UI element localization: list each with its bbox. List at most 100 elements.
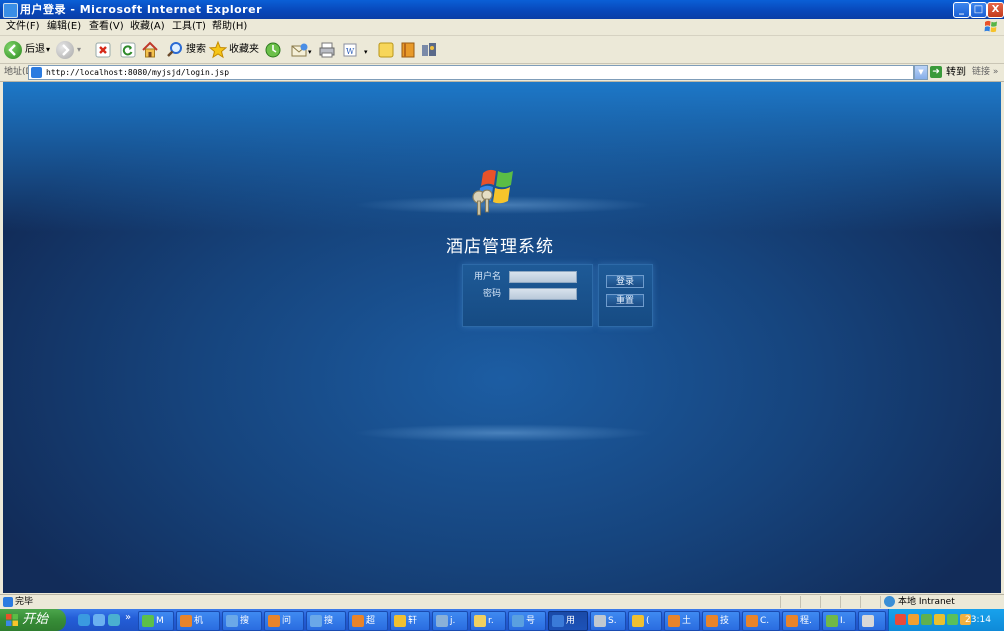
login-button[interactable]: 登录 <box>606 275 644 288</box>
taskbar-item[interactable]: 超 <box>348 611 388 631</box>
username-label: 用户名 <box>473 272 501 282</box>
address-input[interactable]: http://localhost:8080/myjsjd/login.jsp <box>28 65 914 80</box>
research-button[interactable] <box>399 40 417 60</box>
start-label: 开始 <box>22 612 49 627</box>
taskbar-item[interactable]: 轩 <box>390 611 430 631</box>
forward-dropdown-icon[interactable]: ▾ <box>77 45 81 54</box>
menu-edit[interactable]: 编辑(E) <box>47 20 81 34</box>
svg-text:▾: ▾ <box>308 48 312 56</box>
taskbar-item[interactable]: ( <box>628 611 662 631</box>
reset-button[interactable]: 重置 <box>606 294 644 307</box>
back-arrow-icon <box>4 41 22 59</box>
page-icon <box>31 67 42 78</box>
search-icon <box>167 42 182 57</box>
app-icon <box>594 615 606 627</box>
password-label: 密码 <box>482 289 501 299</box>
taskbar-item[interactable]: 搜 <box>222 611 262 631</box>
taskbar-item-label: r. <box>488 616 494 626</box>
status-divider <box>820 596 821 608</box>
taskbar-item[interactable]: 程. <box>782 611 820 631</box>
go-button[interactable]: 转到 <box>946 66 966 79</box>
home-button[interactable] <box>141 40 159 60</box>
security-zone: 本地 Intranet <box>898 597 955 607</box>
status-divider <box>780 596 781 608</box>
favorites-label: 收藏夹 <box>229 44 259 55</box>
status-text: 完毕 <box>15 597 34 607</box>
menu-help[interactable]: 帮助(H) <box>212 20 247 34</box>
quicklaunch-media-icon[interactable] <box>108 614 120 626</box>
taskbar-item[interactable]: j. <box>432 611 468 631</box>
taskbar-item[interactable]: M <box>138 611 174 631</box>
messenger-button[interactable] <box>420 40 438 60</box>
go-arrow-icon[interactable]: ➜ <box>930 66 942 78</box>
close-button[interactable]: X <box>987 2 1004 18</box>
status-divider <box>800 596 801 608</box>
tray-volume-icon[interactable] <box>934 614 945 625</box>
app-icon <box>436 615 448 627</box>
tray-app-icon[interactable] <box>908 614 919 625</box>
taskbar-item[interactable]: r. <box>470 611 506 631</box>
links-button[interactable]: 链接 » <box>972 66 998 79</box>
messenger-icon <box>422 43 436 56</box>
app-icon <box>746 615 758 627</box>
taskbar-item[interactable]: S. <box>590 611 626 631</box>
menu-file[interactable]: 文件(F) <box>6 20 40 34</box>
taskbar-item[interactable]: 搜 <box>306 611 346 631</box>
ie-app-icon <box>552 615 564 627</box>
password-input[interactable] <box>509 288 577 300</box>
printer-icon <box>319 42 335 58</box>
back-dropdown-icon[interactable]: ▾ <box>46 45 50 54</box>
start-button[interactable]: 开始 <box>0 609 66 631</box>
taskbar-item[interactable]: 问 <box>264 611 304 631</box>
mail-button[interactable]: ▾ <box>290 40 318 60</box>
menu-tools[interactable]: 工具(T) <box>172 20 206 34</box>
book-icon <box>401 42 415 58</box>
note-icon <box>378 42 394 58</box>
back-button[interactable]: 后退 <box>4 40 46 60</box>
window-titlebar[interactable]: 用户登录 - Microsoft Internet Explorer _ □ X <box>0 0 1004 19</box>
taskbar-clock: 23:14 <box>965 615 991 625</box>
app-icon <box>352 615 364 627</box>
tray-antivirus-icon[interactable] <box>895 614 906 625</box>
quicklaunch-ie-icon[interactable] <box>78 614 90 626</box>
taskbar-item[interactable]: 号 <box>508 611 546 631</box>
taskbar-item[interactable] <box>858 611 886 631</box>
taskbar-item-label: 超 <box>366 616 376 626</box>
menu-favorites[interactable]: 收藏(A) <box>130 20 165 34</box>
address-dropdown-icon[interactable]: ▼ <box>914 65 928 80</box>
taskbar-item-label: S. <box>608 616 617 626</box>
taskbar-item-active[interactable]: 用 <box>548 611 588 631</box>
taskbar-item[interactable]: I. <box>822 611 856 631</box>
app-icon <box>826 615 838 627</box>
menu-view[interactable]: 查看(V) <box>89 20 124 34</box>
history-button[interactable] <box>264 40 282 60</box>
taskbar-item[interactable]: 土 <box>664 611 700 631</box>
quicklaunch-desktop-icon[interactable] <box>93 614 105 626</box>
taskbar-item-label: 搜 <box>240 616 250 626</box>
print-button[interactable] <box>318 40 336 60</box>
username-input[interactable] <box>509 271 577 283</box>
status-divider <box>880 596 881 608</box>
tray-network-icon[interactable] <box>921 614 932 625</box>
tray-update-icon[interactable] <box>947 614 958 625</box>
taskbar-item[interactable]: 技 <box>702 611 740 631</box>
app-icon <box>512 615 524 627</box>
maximize-button[interactable]: □ <box>970 2 987 18</box>
favorites-button[interactable]: 收藏夹 <box>209 40 261 60</box>
quicklaunch-more[interactable]: » <box>125 612 131 623</box>
stop-button[interactable] <box>94 40 112 60</box>
discuss-button[interactable] <box>377 40 395 60</box>
mail-icon: ▾ <box>291 43 312 57</box>
taskbar-item-label: 轩 <box>408 616 418 626</box>
search-button[interactable]: 搜索 <box>166 40 206 60</box>
refresh-button[interactable] <box>119 40 137 60</box>
taskbar-item[interactable]: 机 <box>176 611 220 631</box>
app-icon <box>706 615 718 627</box>
forward-button[interactable] <box>56 41 74 59</box>
login-button-panel: 登录 重置 <box>598 264 653 327</box>
taskbar-item[interactable]: C. <box>742 611 780 631</box>
address-bar: 地址(D) http://localhost:8080/myjsjd/login… <box>0 64 1004 82</box>
edit-button[interactable]: W ▾ <box>342 40 374 60</box>
minimize-button[interactable]: _ <box>953 2 970 18</box>
taskbar-item-label: 号 <box>526 616 536 626</box>
